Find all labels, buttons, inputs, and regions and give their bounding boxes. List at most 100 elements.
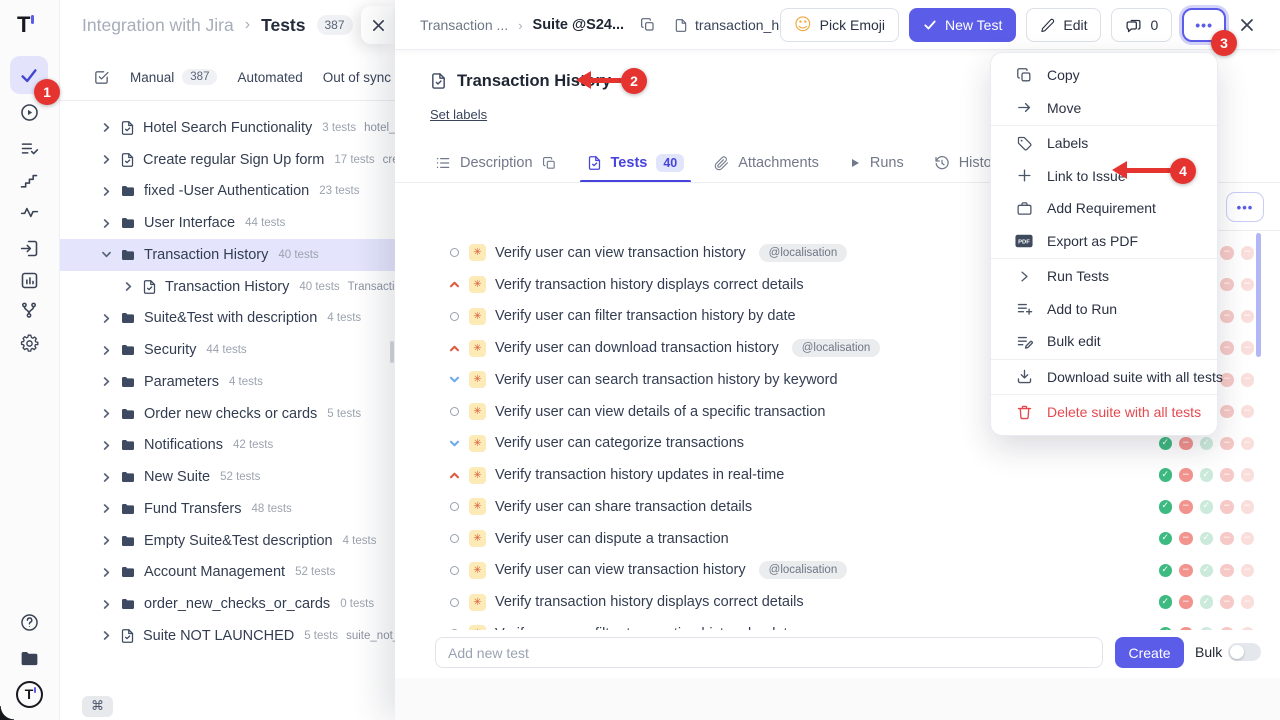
test-case-row[interactable]: ✳ Verify user can dispute a transaction … — [395, 523, 1280, 555]
localisation-tag: @localisation — [759, 561, 848, 579]
menu-item-copy[interactable]: Copy — [991, 59, 1217, 92]
tests-scrollbar[interactable] — [1256, 233, 1261, 357]
chevron-right-icon[interactable] — [122, 281, 134, 292]
tree-scrollbar[interactable] — [390, 341, 394, 363]
chevron-right-icon[interactable] — [100, 567, 112, 578]
suite-tree-item[interactable]: Parameters 4 tests — [60, 366, 395, 398]
test-case-row[interactable]: ✳ Verify user can view transaction histo… — [395, 555, 1280, 587]
docs-button[interactable] — [10, 641, 48, 675]
menu-item-add-requirement[interactable]: Add Requirement — [991, 192, 1217, 225]
menu-item-export-pdf[interactable]: PDF Export as PDF — [991, 225, 1217, 258]
suite-tree-item[interactable]: Transaction History 40 tests Transactio.… — [60, 271, 395, 303]
nav-reports[interactable] — [10, 263, 48, 297]
edit-button[interactable]: Edit — [1026, 8, 1101, 42]
suite-tree-item[interactable]: Security 44 tests — [60, 334, 395, 366]
suite-tree-item[interactable]: Hotel Search Functionality 3 tests hotel… — [60, 112, 395, 144]
nav-milestones[interactable] — [10, 164, 48, 198]
copy-id-icon[interactable] — [640, 17, 656, 33]
nav-integrations[interactable] — [10, 293, 48, 327]
breadcrumb-project[interactable]: Integration with Jira — [82, 15, 234, 36]
suite-tree-item[interactable]: Empty Suite&Test description 4 tests — [60, 525, 395, 557]
status-failed-faded-icon: − — [1220, 341, 1234, 355]
menu-item-labels[interactable]: Labels — [991, 127, 1217, 160]
chevron-right-icon[interactable] — [100, 440, 112, 451]
chevron-right-icon[interactable] — [100, 218, 112, 229]
chevron-right-icon[interactable] — [100, 472, 112, 483]
status-failed-icon: − — [1179, 595, 1193, 609]
status-failed-fainter-icon: − — [1241, 341, 1255, 355]
menu-item-bulk-edit[interactable]: Bulk edit — [991, 325, 1217, 358]
create-test-button[interactable]: Create — [1115, 637, 1184, 668]
chevron-right-icon[interactable] — [100, 408, 112, 419]
chevron-right-icon[interactable] — [100, 249, 112, 260]
pick-emoji-button[interactable]: ☺ Pick Emoji — [780, 8, 899, 42]
suite-slug: crea... — [383, 154, 395, 166]
menu-item-run-tests[interactable]: Run Tests — [991, 260, 1217, 293]
suite-tree-item[interactable]: Order new checks or cards 5 tests — [60, 398, 395, 430]
folder-icon — [120, 469, 136, 485]
suite-tree-item[interactable]: Notifications 42 tests — [60, 430, 395, 462]
drawer-close-button[interactable] — [1236, 14, 1258, 36]
suite-tree-item[interactable]: Transaction History 40 tests — [60, 239, 395, 271]
menu-item-delete-suite[interactable]: Delete suite with all tests — [991, 396, 1217, 429]
priority-icon — [448, 248, 460, 257]
chevron-right-icon[interactable] — [100, 154, 112, 165]
suite-tree-item[interactable]: Create regular Sign Up form 17 tests cre… — [60, 144, 395, 176]
suite-tree-item[interactable]: Fund Transfers 48 tests — [60, 493, 395, 525]
question-circle-icon — [19, 612, 40, 633]
suite-tree-item[interactable]: order_new_checks_or_cards 0 tests — [60, 588, 395, 620]
suite-tree-item[interactable]: fixed -User Authentication 23 tests — [60, 176, 395, 208]
help-button[interactable] — [10, 605, 48, 639]
chevron-right-icon[interactable] — [100, 122, 112, 133]
suite-tree-item[interactable]: Suite&Test with description 4 tests — [60, 303, 395, 335]
bulk-toggle[interactable] — [1228, 643, 1261, 661]
chevron-right-icon[interactable] — [100, 186, 112, 197]
set-labels-link[interactable]: Set labels — [430, 107, 487, 122]
tab-runs[interactable]: Runs — [849, 144, 904, 182]
chevron-right-icon[interactable] — [100, 535, 112, 546]
test-case-row[interactable]: ✳ Verify transaction history displays co… — [395, 586, 1280, 618]
nav-imports[interactable] — [10, 231, 48, 265]
chevron-right-icon[interactable] — [100, 599, 112, 610]
test-title: Verify user can view transaction history — [495, 245, 746, 261]
status-failed-faded-icon: − — [1220, 532, 1234, 546]
chevron-right-icon[interactable] — [100, 630, 112, 641]
suite-tree-item[interactable]: New Suite 52 tests — [60, 461, 395, 493]
test-case-row[interactable]: ✳ Verify user can share transaction deta… — [395, 491, 1280, 523]
menu-item-move[interactable]: Move — [991, 92, 1217, 125]
comments-button[interactable]: 0 — [1111, 8, 1172, 42]
menu-item-add-to-run[interactable]: Add to Run — [991, 293, 1217, 326]
sparkler-emoji: ✳ — [469, 594, 486, 611]
suite-tree-item[interactable]: Account Management 52 tests — [60, 557, 395, 589]
tab-tests[interactable]: Tests 40 — [587, 144, 685, 182]
nav-activity[interactable] — [10, 195, 48, 229]
new-test-button[interactable]: New Test — [909, 8, 1016, 42]
menu-item-download-suite[interactable]: Download suite with all tests — [991, 361, 1217, 394]
crumb-suite-parent[interactable]: Transaction ... — [420, 17, 508, 33]
tab-automated[interactable]: Automated — [237, 70, 302, 85]
chevron-right-icon[interactable] — [100, 345, 112, 356]
tab-attachments[interactable]: Attachments — [714, 144, 819, 182]
nav-settings[interactable] — [10, 326, 48, 360]
user-avatar[interactable]: T — [10, 677, 48, 711]
chevron-right-icon[interactable] — [100, 313, 112, 324]
suite-tree-item[interactable]: Suite NOT LAUNCHED 5 tests suite_not_lau… — [60, 620, 395, 652]
chevron-right-icon[interactable] — [100, 376, 112, 387]
priority-icon — [448, 438, 460, 449]
tests-toolbar-more-button[interactable]: ••• — [1226, 192, 1264, 222]
status-failed-faded-icon: − — [1220, 468, 1234, 482]
select-tests-icon[interactable] — [93, 69, 110, 86]
priority-normal-icon — [450, 598, 459, 607]
nav-checklists[interactable] — [10, 131, 48, 165]
chevron-right-icon[interactable] — [100, 503, 112, 514]
app-logo[interactable]: T — [17, 12, 30, 38]
comment-count: 0 — [1150, 17, 1158, 33]
panel-close-button[interactable] — [361, 6, 395, 44]
add-test-input[interactable] — [435, 637, 1103, 668]
copy-description-icon[interactable] — [542, 156, 557, 171]
tab-manual[interactable]: Manual387 — [130, 69, 217, 85]
test-case-row[interactable]: ✳ Verify transaction history updates in … — [395, 459, 1280, 491]
suite-tree-item[interactable]: User Interface 44 tests — [60, 207, 395, 239]
tab-out-of-sync[interactable]: Out of sync — [323, 70, 391, 85]
tab-description[interactable]: Description — [435, 144, 557, 182]
